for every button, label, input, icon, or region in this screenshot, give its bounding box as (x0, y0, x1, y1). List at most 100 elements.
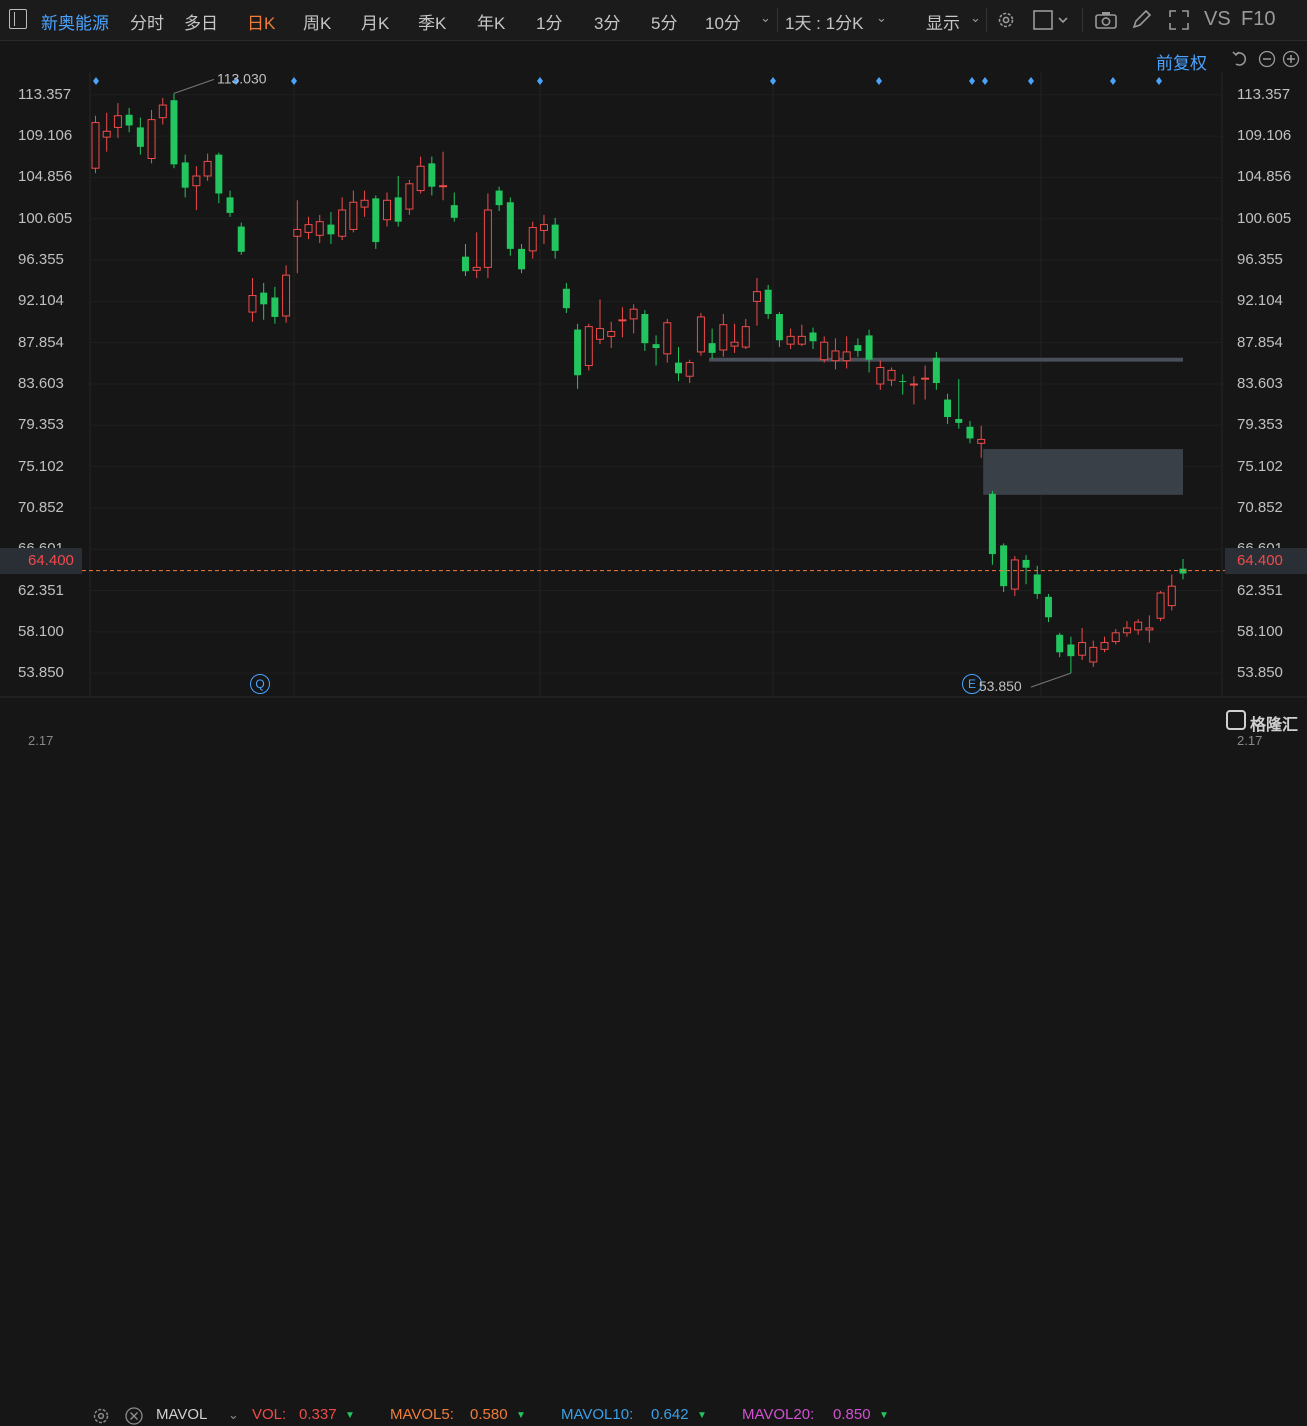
candle (102, 112, 111, 152)
candle-body (372, 198, 380, 243)
candle (226, 190, 234, 217)
high-annotation: 113.030 (173, 70, 267, 94)
candle (136, 117, 144, 155)
candle-body (652, 344, 660, 349)
candle-body (136, 127, 144, 147)
candle-body (574, 329, 582, 376)
candle-body (809, 332, 817, 342)
candle (719, 314, 728, 357)
candle (125, 107, 133, 133)
chevron-down-icon[interactable]: ⌄ (228, 1407, 239, 1423)
candle (1056, 632, 1064, 658)
candle (91, 115, 100, 174)
candle (248, 278, 257, 322)
candle-body (820, 341, 829, 361)
candle (1134, 619, 1143, 635)
candle (394, 176, 402, 227)
candle (876, 360, 885, 390)
candle (741, 318, 750, 350)
candle-body (439, 185, 448, 188)
candle (405, 179, 414, 215)
candle-body (483, 209, 492, 268)
watermark-logo-icon (1226, 710, 1246, 730)
candle-body (472, 266, 481, 271)
mavol5-label: MAVOL5: (390, 1406, 454, 1423)
candle (1167, 574, 1176, 611)
candle (181, 154, 189, 198)
candle-body (921, 377, 930, 380)
candle-body (304, 224, 313, 233)
candle-body (607, 331, 616, 337)
candle-body (1067, 644, 1075, 657)
candle-body (1000, 545, 1008, 587)
candle-body (562, 288, 570, 309)
down-triangle-icon: ▼ (345, 1410, 355, 1421)
candle (382, 192, 391, 227)
candle-body (842, 351, 851, 362)
candle-body (394, 197, 402, 222)
candle (1145, 615, 1154, 643)
candle-body (1100, 642, 1109, 650)
candle (696, 313, 705, 356)
mavol20-value: 0.850 (833, 1406, 871, 1423)
candle (842, 336, 851, 369)
candle-body (1122, 627, 1131, 634)
candle (966, 420, 974, 444)
event-marker-icon (291, 77, 297, 85)
candle-body (405, 183, 414, 210)
candle (416, 156, 425, 194)
candle (428, 156, 436, 196)
candle (629, 304, 638, 334)
candle-body (1145, 627, 1154, 631)
candle-body (1044, 596, 1052, 618)
candle-body (518, 248, 526, 270)
candle-body (1111, 632, 1120, 643)
event-marker-icon (537, 77, 543, 85)
q-marker[interactable]: Q (250, 674, 270, 694)
candle-body (382, 199, 391, 221)
vol-value: 0.337 (299, 1406, 337, 1423)
candle (730, 323, 739, 353)
candle-body (158, 104, 167, 119)
indicator-select[interactable]: MAVOL (156, 1406, 207, 1423)
candle (909, 376, 918, 405)
candle-body (596, 328, 605, 340)
candle-body (360, 199, 369, 208)
candle (528, 221, 537, 259)
candle (282, 265, 291, 323)
settings-icon[interactable] (91, 1406, 111, 1426)
candle (551, 217, 559, 259)
candle (372, 195, 380, 249)
e-marker[interactable]: E (962, 674, 982, 694)
close-icon[interactable] (124, 1406, 144, 1426)
event-marker-icon (1110, 77, 1116, 85)
candlestick-chart[interactable]: 113.030 53.850 (0, 0, 1307, 741)
low-label: 53.850 (979, 678, 1022, 694)
candle-body (696, 316, 705, 353)
candle-body (584, 326, 593, 367)
candle (921, 365, 930, 400)
candle-body (506, 202, 514, 249)
candle (562, 282, 570, 314)
candle (1067, 636, 1075, 674)
candle-body (192, 175, 201, 187)
candle (158, 97, 167, 125)
candle (1078, 627, 1087, 661)
candle-body (170, 100, 178, 165)
watermark-text: 格隆汇 (1250, 717, 1299, 734)
candle-body (1022, 559, 1030, 568)
candle-body (125, 114, 133, 126)
candle (1156, 591, 1165, 622)
candle-body (181, 162, 189, 188)
candle-body (271, 297, 279, 317)
candle-body (663, 322, 672, 355)
candle-body (215, 154, 223, 194)
candle-body (315, 221, 324, 236)
event-marker-icon (770, 77, 776, 85)
candle-body (1056, 634, 1064, 653)
candle-body (102, 130, 111, 138)
candle (988, 490, 996, 565)
candles (91, 93, 1187, 674)
candle (338, 197, 347, 241)
candle (518, 244, 526, 274)
